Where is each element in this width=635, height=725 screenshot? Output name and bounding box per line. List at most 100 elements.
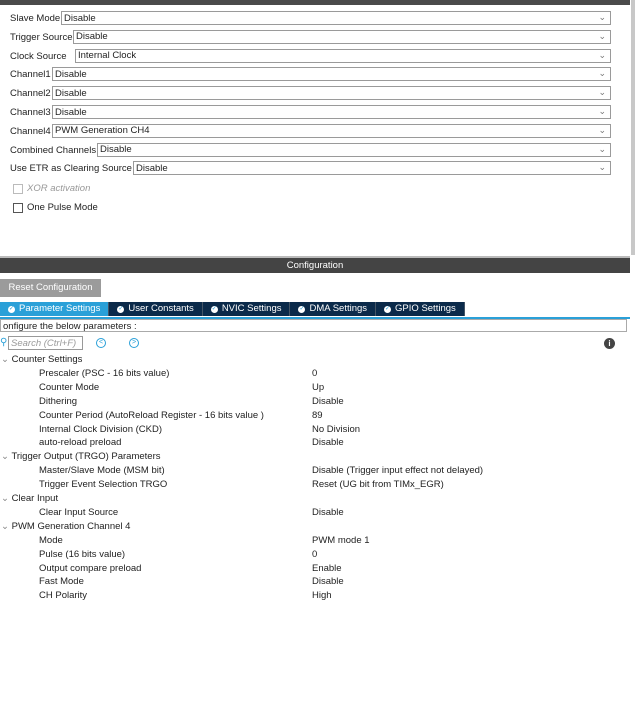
param-name: Prescaler (PSC - 16 bits value) [39,367,170,379]
xor-activation-checkbox: XOR activation [13,183,90,194]
param-value[interactable]: Enable [312,563,342,574]
param-value[interactable]: High [312,590,332,601]
param-value[interactable]: Disable [312,507,344,518]
mode-header [0,0,630,5]
previous-icon[interactable]: < [96,338,106,348]
mode-field: Channel4 [10,124,52,139]
tab-label: NVIC Settings [221,303,282,314]
mode-field: Trigger Source [10,30,73,45]
tab-gpio-settings[interactable]: ✓ GPIO Settings [376,302,465,316]
group-label: Trigger Output (TRGO) Parameters [11,451,161,463]
tab-dma-settings[interactable]: ✓ DMA Settings [290,302,377,316]
field-label: Use ETR as Clearing Source [10,163,132,175]
tab-label: GPIO Settings [395,303,456,314]
param-name: Trigger Event Selection TRGO [39,479,168,491]
mode-field: Use ETR as Clearing Source [10,161,133,176]
tab-user-constants[interactable]: ✓ User Constants [109,302,203,316]
tab-parameter-settings[interactable]: ✓ Parameter Settings [0,302,110,316]
tab-nvic-settings[interactable]: ✓ NVIC Settings [202,302,291,316]
param-value[interactable]: Reset (UG bit from TIMx_EGR) [312,479,444,490]
param-name: Dithering [39,395,78,407]
chevron-down-icon: ⌄ [1,520,9,532]
field-select[interactable]: Disable ⌄ [52,105,611,119]
param-value[interactable]: Up [312,382,324,393]
one-pulse-label: One Pulse Mode [27,202,98,213]
mode-field: Combined Channels [10,143,97,158]
field-label: Combined Channels [10,144,97,156]
check-icon: ✓ [8,305,15,313]
field-select[interactable]: Disable ⌄ [97,142,611,157]
param-name: Fast Mode [39,576,84,588]
param-name: Mode [39,534,63,546]
checkbox-box [13,202,23,213]
xor-label: XOR activation [27,183,91,194]
reset-configuration-button[interactable]: Reset Configuration [0,279,101,297]
field-label: Slave Mode [10,13,61,24]
chevron-down-icon: ⌄ [598,106,606,116]
group-label: Counter Settings [11,354,83,365]
next-icon[interactable]: > [129,338,139,348]
param-value[interactable]: No Division [312,424,360,435]
param-name: auto-reload preload [39,437,122,449]
param-value[interactable]: 89 [312,410,323,421]
group-label: Clear Input [11,493,59,504]
check-icon: ✓ [210,305,218,313]
chevron-down-icon: ⌄ [598,87,606,98]
search-icon: ⚲ [0,337,8,348]
mode-field: Clock Source [10,49,68,64]
chevron-down-icon: ⌄ [598,68,606,79]
param-value[interactable]: 0 [312,368,317,379]
chevron-down-icon: ⌄ [598,30,606,41]
param-value[interactable]: 0 [312,549,317,560]
param-value[interactable]: Disable [312,396,344,407]
chevron-down-icon: ⌄ [598,124,606,135]
tree-group[interactable]: ⌄ PWM Generation Channel 4 [1,521,130,532]
field-label: Channel2 [10,88,51,100]
configuration-header: Configuration [0,256,630,273]
select-value: PWM Generation CH4 [55,125,150,137]
chevron-down-icon: ⌄ [598,162,606,173]
group-label: PWM Generation Channel 4 [11,520,131,532]
chevron-down-icon: ⌄ [598,12,606,22]
param-value[interactable]: Disable (Trigger input effect not delaye… [312,465,483,476]
param-name: Counter Period (AutoReload Register - 16… [39,409,264,421]
param-name: Counter Mode [39,381,100,393]
field-label: Channel1 [10,69,51,81]
param-value[interactable]: Disable [312,437,344,448]
check-icon: ✓ [384,305,392,313]
chevron-down-icon: ⌄ [1,354,9,365]
mode-field: Channel1 [10,67,52,82]
field-select[interactable]: Disable ⌄ [133,161,611,176]
param-name: CH Polarity [39,590,88,602]
field-select[interactable]: Internal Clock ⌄ [75,48,611,63]
mode-field: Channel2 [10,86,52,101]
field-select[interactable]: Disable ⌄ [61,11,611,25]
tree-group[interactable]: ⌄ Counter Settings [1,354,82,365]
field-select[interactable]: Disable ⌄ [52,67,611,82]
select-value: Disable [55,68,87,80]
select-value: Internal Clock [78,50,137,62]
field-label: Clock Source [10,50,67,62]
chevron-down-icon: ⌄ [598,143,606,154]
field-select[interactable]: Disable ⌄ [73,29,611,44]
check-icon: ✓ [117,305,125,313]
search-input[interactable]: Search (Ctrl+F) [8,336,83,350]
mode-field: Channel3 [10,105,52,120]
param-name: Internal Clock Division (CKD) [39,423,163,435]
param-name: Output compare preload [39,562,142,574]
select-value: Disable [64,12,96,24]
info-icon[interactable]: i [604,338,615,349]
one-pulse-mode-checkbox[interactable]: One Pulse Mode [13,202,98,213]
tree-group[interactable]: ⌄ Clear Input [1,493,58,504]
scrollbar[interactable] [631,0,635,255]
select-value: Disable [55,87,87,99]
tab-label: Parameter Settings [19,303,101,314]
param-value[interactable]: PWM mode 1 [312,535,370,546]
field-select[interactable]: Disable ⌄ [52,86,611,101]
field-select[interactable]: PWM Generation CH4 ⌄ [52,123,611,138]
mode-field: Slave Mode [10,11,61,26]
param-value[interactable]: Disable [312,576,344,587]
config-tabs: ✓ Parameter Settings ✓ User Constants ✓ NVIC … [0,302,630,319]
param-name: Pulse (16 bits value) [39,548,126,560]
tree-group[interactable]: ⌄ Trigger Output (TRGO) Parameters [1,451,160,462]
